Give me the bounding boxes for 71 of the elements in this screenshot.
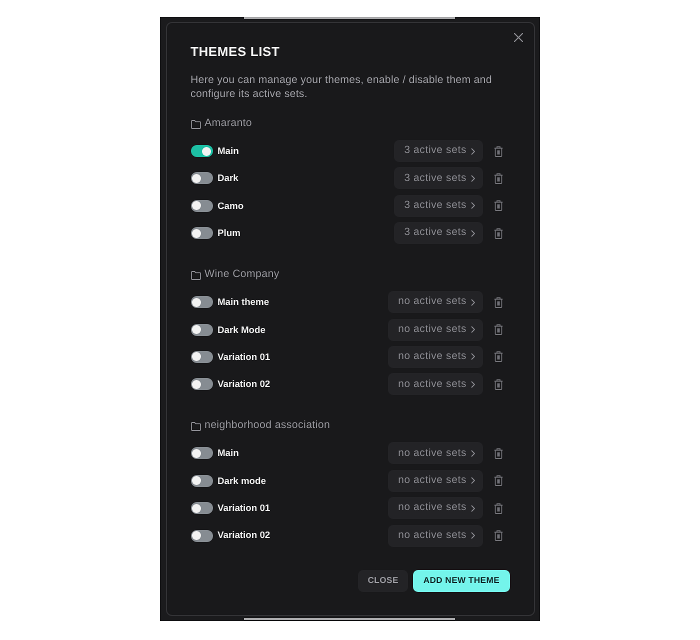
trash-icon[interactable] bbox=[494, 172, 502, 184]
toggle-switch[interactable] bbox=[190, 296, 212, 308]
active-sets-button[interactable]: no active sets bbox=[388, 497, 482, 520]
theme-name: Variation 02 bbox=[218, 528, 272, 542]
chevron-right-icon bbox=[470, 504, 474, 512]
theme-name: Variation 01 bbox=[218, 501, 272, 516]
trash-icon[interactable] bbox=[494, 296, 502, 308]
chevron-right-icon bbox=[470, 174, 474, 182]
theme-name: Main bbox=[218, 446, 240, 460]
dialog-description: Here you can manage your themes, enable / disable them and configure its active sets. bbox=[190, 73, 493, 101]
theme-name: Main bbox=[218, 144, 240, 158]
theme-name: Dark mode bbox=[218, 474, 267, 488]
toggle-switch[interactable] bbox=[190, 502, 212, 514]
close-button[interactable]: CLOSE bbox=[358, 570, 408, 592]
folder-icon bbox=[190, 422, 200, 431]
toggle-switch[interactable] bbox=[190, 227, 212, 240]
chevron-right-icon bbox=[470, 353, 474, 360]
theme-name: Variation 01 bbox=[218, 350, 272, 364]
trash-icon[interactable] bbox=[494, 228, 502, 239]
active-sets-button[interactable]: no active sets bbox=[388, 442, 482, 464]
chevron-right-icon bbox=[470, 450, 474, 457]
chevron-right-icon bbox=[470, 148, 474, 154]
trash-icon[interactable] bbox=[494, 530, 502, 542]
add-theme-button[interactable]: ADD NEW THEME bbox=[413, 570, 510, 592]
toggle-switch[interactable] bbox=[190, 324, 212, 336]
theme-name: Camo bbox=[218, 198, 245, 213]
group-name: neighborhood association bbox=[204, 418, 330, 434]
theme-name: Dark Mode bbox=[218, 322, 266, 336]
group-name: Amaranto bbox=[204, 116, 252, 132]
chevron-right-icon bbox=[470, 298, 474, 306]
toggle-switch[interactable] bbox=[190, 474, 212, 487]
active-sets-button[interactable]: no active sets bbox=[388, 524, 482, 547]
active-sets-button[interactable]: 3 active sets bbox=[394, 167, 482, 190]
group-name: Wine Company bbox=[204, 267, 280, 282]
chevron-right-icon bbox=[470, 380, 474, 388]
toggle-switch[interactable] bbox=[190, 378, 212, 390]
theme-name: Variation 02 bbox=[218, 377, 272, 392]
theme-name: Main theme bbox=[218, 295, 270, 310]
toggle-switch[interactable] bbox=[190, 447, 212, 460]
chevron-right-icon bbox=[470, 326, 474, 334]
toggle-switch[interactable] bbox=[190, 350, 212, 363]
trash-icon[interactable] bbox=[494, 146, 502, 156]
active-sets-button[interactable]: no active sets bbox=[388, 318, 482, 341]
toggle-switch[interactable] bbox=[190, 200, 212, 212]
trash-icon[interactable] bbox=[494, 324, 502, 336]
active-sets-button[interactable]: no active sets bbox=[388, 373, 482, 396]
trash-icon[interactable] bbox=[494, 200, 502, 212]
theme-name: Dark bbox=[218, 171, 240, 186]
theme-name: Plum bbox=[218, 226, 242, 240]
folder-icon bbox=[190, 270, 200, 280]
active-sets-button[interactable]: 3 active sets bbox=[394, 194, 482, 217]
trash-icon[interactable] bbox=[494, 351, 502, 362]
chevron-right-icon bbox=[470, 477, 474, 484]
trash-icon[interactable] bbox=[494, 448, 502, 459]
chevron-right-icon bbox=[470, 532, 474, 540]
trash-icon[interactable] bbox=[494, 378, 502, 390]
active-sets-button[interactable]: no active sets bbox=[388, 291, 482, 314]
chevron-right-icon bbox=[470, 202, 474, 210]
folder-icon bbox=[190, 120, 200, 128]
active-sets-button[interactable]: no active sets bbox=[388, 470, 482, 492]
toggle-switch[interactable] bbox=[190, 172, 212, 184]
toggle-switch[interactable] bbox=[190, 530, 212, 542]
active-sets-button[interactable]: 3 active sets bbox=[394, 222, 482, 244]
close-icon[interactable] bbox=[514, 33, 522, 42]
toggle-switch[interactable] bbox=[190, 145, 212, 157]
dialog-title: THEMES LIST bbox=[190, 44, 281, 60]
trash-icon[interactable] bbox=[494, 475, 502, 486]
active-sets-button[interactable]: no active sets bbox=[388, 346, 482, 368]
active-sets-button[interactable]: 3 active sets bbox=[394, 140, 482, 162]
trash-icon[interactable] bbox=[494, 502, 502, 514]
chevron-right-icon bbox=[470, 230, 474, 237]
